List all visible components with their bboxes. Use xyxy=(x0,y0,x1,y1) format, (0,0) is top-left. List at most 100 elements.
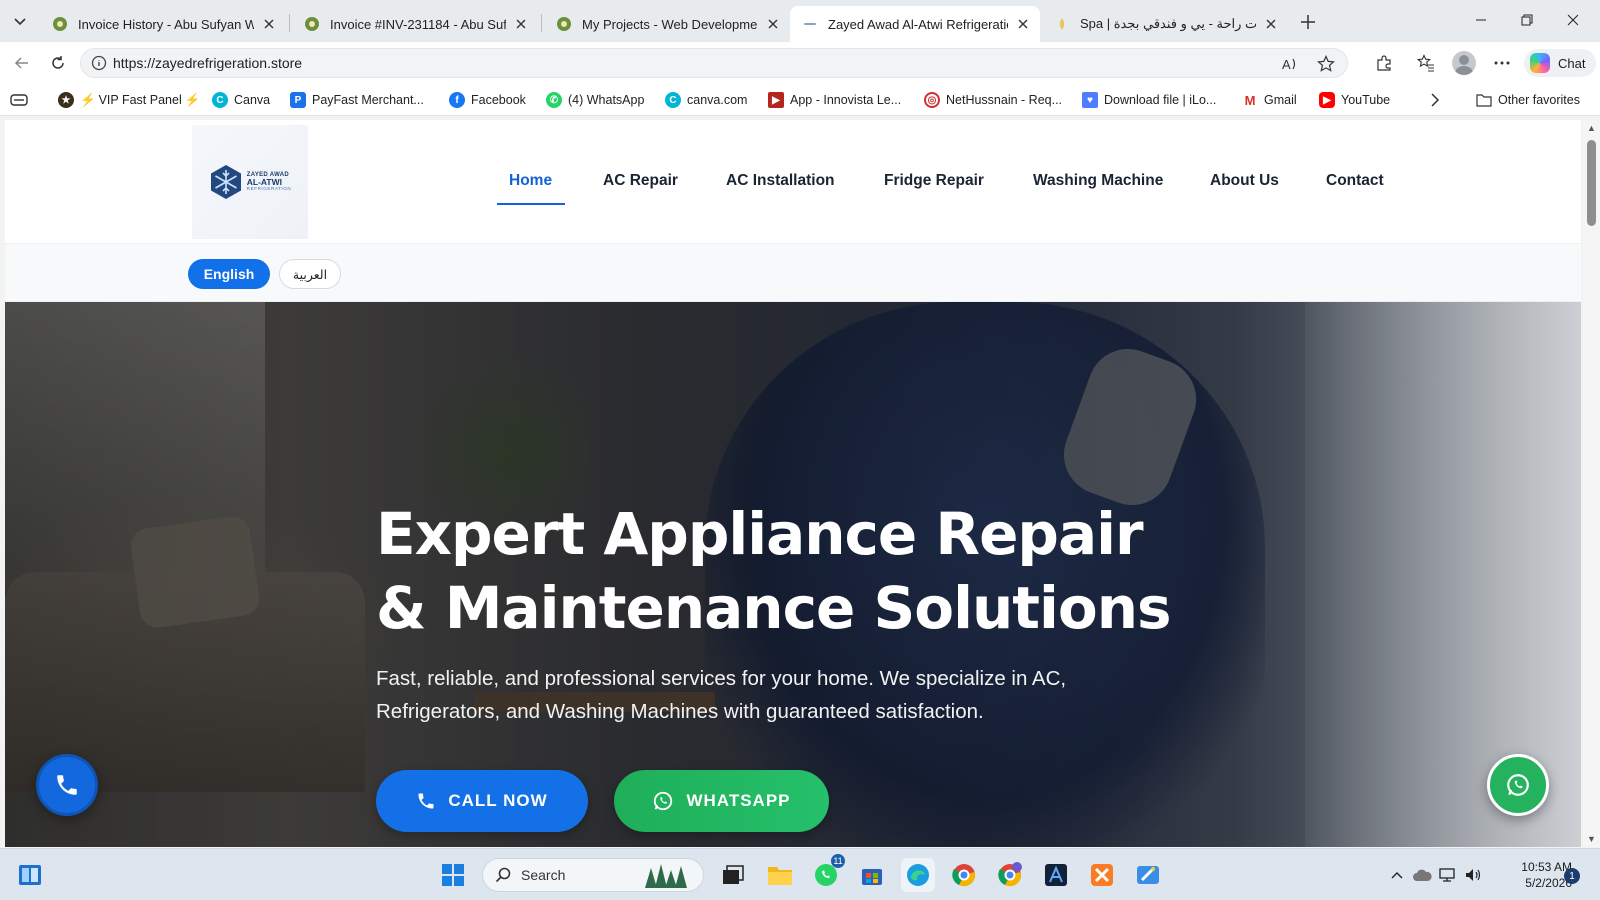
start-button[interactable] xyxy=(436,858,470,892)
innovista-icon: ▶ xyxy=(768,92,784,108)
copilot-chat-button[interactable]: Chat xyxy=(1524,49,1596,77)
tab-actions-menu-button[interactable] xyxy=(6,7,34,35)
cloud-icon xyxy=(1413,869,1432,881)
favorites-bar-toggle[interactable] xyxy=(10,90,28,110)
taskbar-chrome[interactable] xyxy=(947,858,981,892)
read-aloud-icon[interactable]: A xyxy=(1281,54,1301,74)
clock-time: 10:53 AM xyxy=(1521,860,1572,874)
folder-icon xyxy=(1476,94,1492,107)
other-favorites-folder[interactable]: Other favorites xyxy=(1476,90,1580,110)
tab-invoice-detail[interactable]: Invoice #INV-231184 - Abu Sufyan xyxy=(292,6,538,42)
back-button[interactable] xyxy=(8,49,36,77)
restore-icon xyxy=(1521,14,1533,26)
show-hidden-icons-button[interactable] xyxy=(1386,858,1408,892)
url-text[interactable]: https://zayedrefrigeration.store xyxy=(113,55,302,71)
favorite-canva[interactable]: C Canva xyxy=(212,90,270,110)
site-info-icon[interactable] xyxy=(91,55,107,71)
taskbar-edge[interactable] xyxy=(901,858,935,892)
scroll-up-icon[interactable]: ▲ xyxy=(1586,123,1597,134)
tab-my-projects[interactable]: My Projects - Web Development P xyxy=(544,6,790,42)
extensions-button[interactable] xyxy=(1370,49,1398,77)
onedrive-tray-button[interactable] xyxy=(1410,858,1434,892)
puzzle-icon xyxy=(1377,55,1391,71)
favorite-label: Canva xyxy=(234,93,271,107)
network-tray-button[interactable] xyxy=(1436,858,1460,892)
page-scrollbar-thumb[interactable] xyxy=(1587,140,1596,226)
svg-text:A: A xyxy=(1282,57,1291,72)
canva-icon: C xyxy=(665,92,681,108)
favorite-vip-fast-panel[interactable]: ★ ⚡ VIP Fast Panel ⚡ xyxy=(58,90,200,110)
taskbar-microsoft-store[interactable] xyxy=(855,858,889,892)
floating-whatsapp-button[interactable] xyxy=(1487,754,1549,816)
nav-fridge-repair[interactable]: Fridge Repair xyxy=(884,172,984,190)
nav-contact[interactable]: Contact xyxy=(1326,172,1384,190)
canva-icon: C xyxy=(212,92,228,108)
favorite-whatsapp[interactable]: ✆ (4) WhatsApp xyxy=(546,90,644,110)
taskbar-chrome-profile[interactable] xyxy=(993,858,1027,892)
taskbar-xampp[interactable] xyxy=(1085,858,1119,892)
favorite-canva-com[interactable]: C canva.com xyxy=(665,90,747,110)
settings-more-button[interactable] xyxy=(1488,49,1516,77)
copilot-icon xyxy=(1530,53,1550,73)
nav-ac-installation[interactable]: AC Installation xyxy=(726,172,835,190)
taskbar-task-view[interactable] xyxy=(716,858,750,892)
close-icon[interactable] xyxy=(1262,15,1280,33)
close-icon[interactable] xyxy=(260,15,278,33)
close-icon[interactable] xyxy=(1014,15,1032,33)
taskbar-paint[interactable] xyxy=(1131,858,1165,892)
taskbar-whatsapp[interactable]: 11 xyxy=(809,854,845,892)
language-arabic-button[interactable]: العربية xyxy=(279,259,341,289)
whatsapp-button[interactable]: WHATSAPP xyxy=(614,770,829,832)
refresh-button[interactable] xyxy=(44,49,72,77)
widgets-button[interactable] xyxy=(13,858,47,892)
site-favicon-icon xyxy=(305,17,319,31)
favorite-payfast[interactable]: P PayFast Merchant... xyxy=(290,90,424,110)
favorite-ilovepdf[interactable]: ♥ Download file | iLo... xyxy=(1082,90,1216,110)
taskbar-file-explorer[interactable] xyxy=(763,858,797,892)
system-clock[interactable]: 10:53 AM 5/2/2026 xyxy=(1502,859,1572,891)
volume-tray-button[interactable] xyxy=(1462,858,1486,892)
page-scrollbar[interactable] xyxy=(1583,120,1600,847)
favorite-innovista[interactable]: ▶ App - Innovista Le... xyxy=(768,90,901,110)
nav-washing-machine[interactable]: Washing Machine xyxy=(1033,172,1163,190)
restore-button[interactable] xyxy=(1504,0,1550,40)
folder-icon xyxy=(768,867,792,885)
favorites-overflow-button[interactable] xyxy=(1430,90,1440,110)
nav-ac-repair[interactable]: AC Repair xyxy=(603,172,678,190)
address-bar[interactable]: https://zayedrefrigeration.store A xyxy=(80,48,1348,78)
close-window-button[interactable] xyxy=(1550,0,1596,40)
call-now-label: CALL NOW xyxy=(448,791,548,810)
notification-count-badge[interactable]: 1 xyxy=(1564,868,1580,884)
chrome-icon xyxy=(998,862,1022,887)
tab-title: Zayed Awad Al-Atwi Refrigeration xyxy=(828,16,1008,32)
favorite-nethussnain[interactable]: ◎ NetHussnain - Req... xyxy=(924,90,1062,110)
new-tab-button[interactable] xyxy=(1294,8,1322,36)
nav-home[interactable]: Home xyxy=(509,172,552,190)
nav-about-us[interactable]: About Us xyxy=(1210,172,1279,190)
phone-icon xyxy=(57,775,77,795)
close-icon[interactable] xyxy=(764,15,782,33)
hero-subtitle: Fast, reliable, and professional service… xyxy=(376,667,1067,723)
taskbar-search-box[interactable]: Search xyxy=(482,858,704,892)
scroll-down-icon[interactable]: ▼ xyxy=(1586,834,1597,845)
taskbar-app-a[interactable] xyxy=(1039,858,1073,892)
favorite-star-icon[interactable] xyxy=(1316,54,1336,74)
arrow-left-icon xyxy=(14,57,28,69)
favorite-gmail[interactable]: M Gmail xyxy=(1242,90,1297,110)
call-now-button[interactable]: CALL NOW xyxy=(376,770,588,832)
tab-zayed-refrigeration[interactable]: Zayed Awad Al-Atwi Refrigeration xyxy=(790,6,1040,42)
minimize-button[interactable] xyxy=(1458,0,1504,40)
tab-invoice-history[interactable]: Invoice History - Abu Sufyan Web xyxy=(40,6,286,42)
floating-call-button[interactable] xyxy=(36,754,98,816)
close-icon[interactable] xyxy=(512,15,530,33)
active-nav-indicator xyxy=(497,203,565,205)
tab-title: Spa | خدمات راحة - يي و فندقي بجدة xyxy=(1080,16,1256,31)
tab-title: Invoice #INV-231184 - Abu Sufyan xyxy=(330,16,506,32)
favorites-button[interactable] xyxy=(1412,49,1440,77)
tab-spa[interactable]: Spa | خدمات راحة - يي و فندقي بجدة xyxy=(1042,6,1288,42)
favorite-facebook[interactable]: f Facebook xyxy=(449,90,526,110)
profile-avatar[interactable] xyxy=(1452,51,1476,75)
favorite-youtube[interactable]: ▶ YouTube xyxy=(1319,90,1390,110)
language-english-button[interactable]: English xyxy=(188,259,270,289)
favorite-label: App - Innovista Le... xyxy=(790,93,902,107)
